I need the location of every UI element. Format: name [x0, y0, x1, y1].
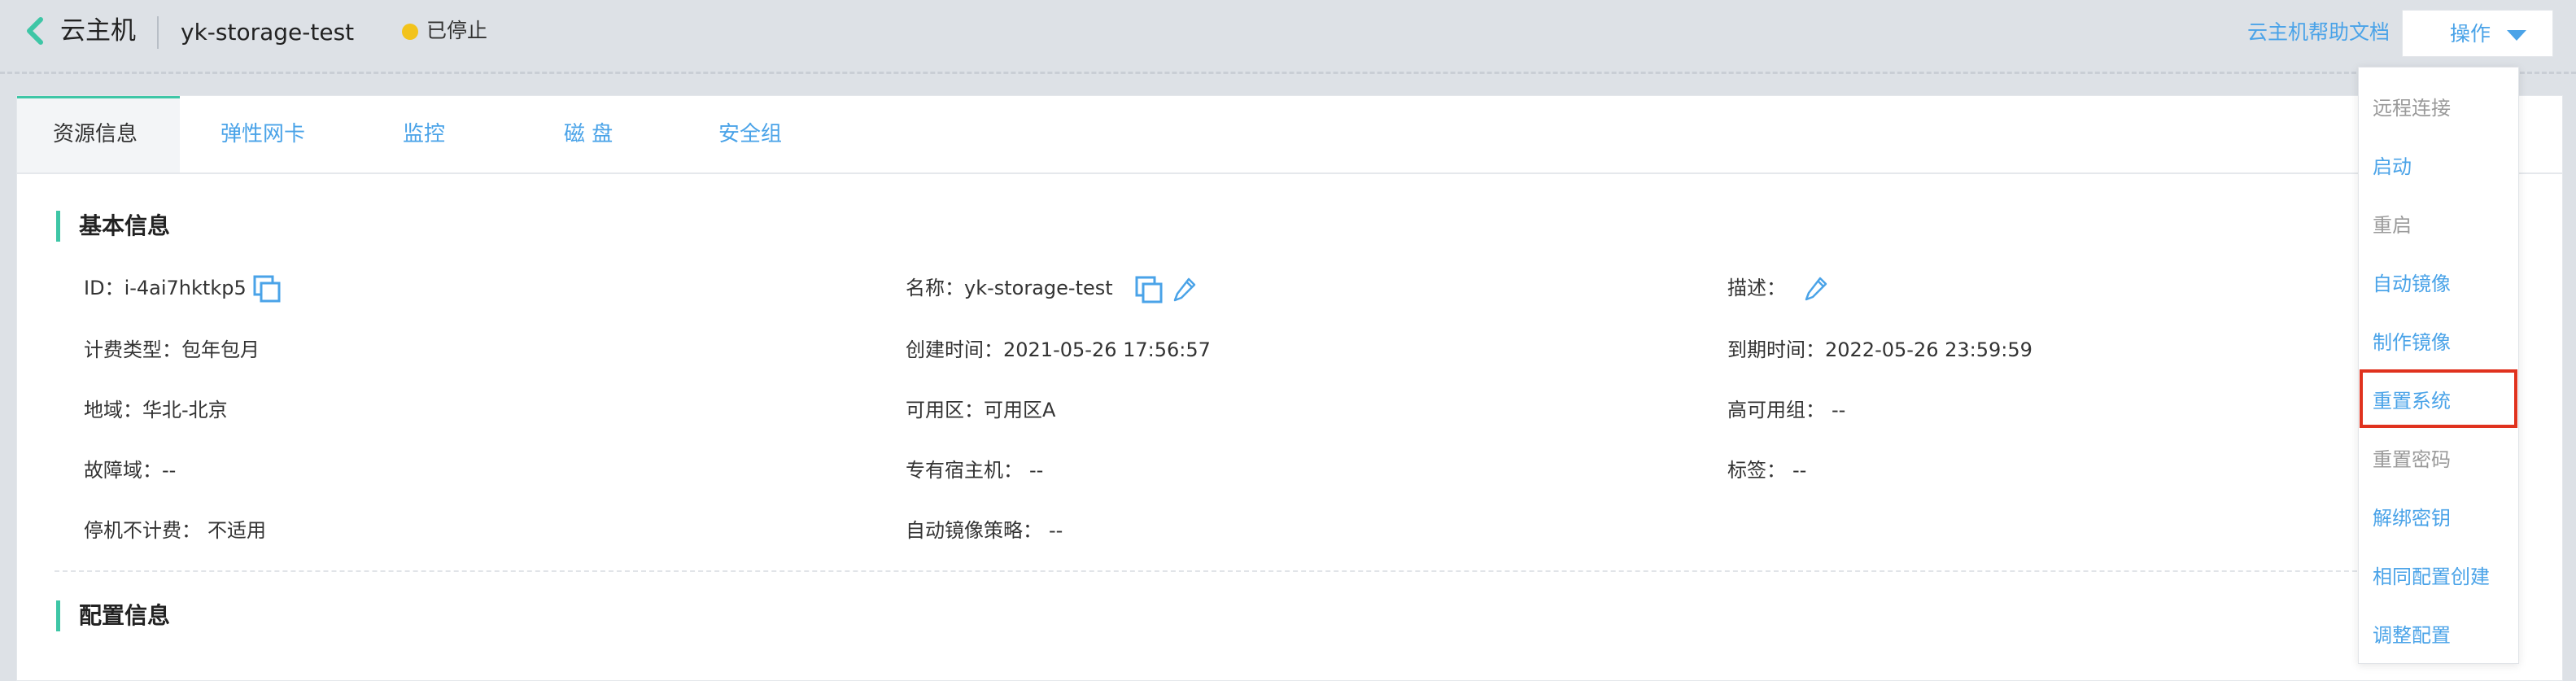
region-label: 地域：: [84, 399, 142, 421]
edit-name-icon[interactable]: [1172, 277, 1197, 303]
description-label: 描述：: [1727, 277, 1786, 299]
caret-down-icon: [2507, 30, 2526, 41]
billing-type-value: 包年包月: [181, 338, 260, 361]
availability-zone-field: 可用区：可用区A: [906, 396, 1055, 424]
tab-security-group[interactable]: 安全组: [718, 96, 782, 172]
instance-name: yk-storage-test: [181, 19, 355, 46]
name-value: yk-storage-test: [964, 277, 1113, 299]
basic-info-title: 基本信息: [79, 212, 171, 239]
tab-resource-info[interactable]: 资源信息: [17, 96, 180, 172]
status-dot-icon: [402, 24, 418, 40]
availability-zone-label: 可用区：: [906, 399, 984, 421]
expire-time-value: 2022-05-26 23:59:59: [1825, 338, 2032, 361]
billing-type-field: 计费类型：包年包月: [84, 336, 260, 364]
stop-no-charge-value: 不适用: [207, 519, 266, 542]
ha-group-value: --: [1832, 399, 1846, 421]
menu-item-start[interactable]: 启动: [2359, 138, 2518, 196]
copy-name-icon[interactable]: [1135, 276, 1164, 305]
menu-item-auto-image[interactable]: 自动镜像: [2359, 255, 2518, 313]
edit-description-icon[interactable]: [1804, 276, 1828, 302]
id-field: ID：i-4ai7hktkp5: [84, 274, 247, 302]
menu-item-create-image[interactable]: 制作镜像: [2359, 313, 2518, 372]
region-value: 华北-北京: [142, 399, 228, 421]
top-header: 云主机 yk-storage-test 已停止 云主机帮助文档 操作: [0, 0, 2576, 74]
ha-group-field: 高可用组： --: [1727, 396, 1845, 424]
region-field: 地域：华北-北京: [84, 396, 228, 424]
expire-time-label: 到期时间：: [1727, 338, 1825, 361]
status-badge: 已停止: [426, 19, 488, 42]
help-docs-link[interactable]: 云主机帮助文档: [2247, 16, 2390, 49]
section-bar: [56, 211, 60, 242]
tab-elastic-nic[interactable]: 弹性网卡: [220, 96, 305, 172]
auto-image-policy-field: 自动镜像策略： --: [906, 517, 1063, 544]
copy-id-icon[interactable]: [253, 275, 282, 304]
auto-image-policy-label: 自动镜像策略：: [906, 519, 1042, 542]
menu-item-create-same-config[interactable]: 相同配置创建: [2359, 548, 2518, 606]
tags-label: 标签：: [1727, 459, 1786, 482]
dedicated-host-field: 专有宿主机： --: [906, 456, 1043, 484]
availability-zone-value: 可用区A: [984, 399, 1056, 421]
tags-field: 标签： --: [1727, 456, 1806, 484]
description-field: 描述：: [1727, 274, 1786, 302]
menu-item-reset-password: 重置密码: [2373, 448, 2451, 471]
fault-domain-label: 故障域：: [84, 459, 162, 482]
section-bar: [56, 600, 60, 631]
menu-item-remote-connect: 远程连接: [2373, 97, 2451, 120]
expire-time-field: 到期时间：2022-05-26 23:59:59: [1727, 336, 2032, 364]
dedicated-host-label: 专有宿主机：: [906, 459, 1023, 482]
id-label: ID：: [84, 277, 124, 299]
operations-button[interactable]: 操作: [2402, 10, 2553, 57]
created-time-field: 创建时间：2021-05-26 17:56:57: [906, 336, 1211, 364]
back-arrow-icon[interactable]: [23, 15, 47, 47]
operations-dropdown-menu: 远程连接 启动 重启 自动镜像 制作镜像 重置系统 重置密码 解绑密钥 相同配置…: [2358, 67, 2519, 664]
tab-disk[interactable]: 磁 盘: [564, 96, 613, 172]
section-divider: [55, 570, 2390, 572]
tags-value: --: [1792, 459, 1807, 482]
tab-bar: 资源信息 弹性网卡 监控 磁 盘 安全组: [17, 96, 2562, 174]
billing-type-label: 计费类型：: [84, 338, 181, 361]
created-time-value: 2021-05-26 17:56:57: [1003, 338, 1211, 361]
stop-no-charge-field: 停机不计费： 不适用: [84, 517, 266, 544]
dedicated-host-value: --: [1029, 459, 1044, 482]
menu-item-resize-config[interactable]: 调整配置: [2359, 606, 2518, 665]
menu-item-restart: 重启: [2373, 214, 2412, 237]
name-field: 名称：yk-storage-test: [906, 274, 1113, 302]
created-time-label: 创建时间：: [906, 338, 1003, 361]
detail-panel: 资源信息 弹性网卡 监控 磁 盘 安全组 基本信息 ID：i-4ai7hktkp…: [16, 95, 2563, 681]
title-divider: [157, 16, 159, 49]
highlight-box: [2360, 369, 2517, 428]
fault-domain-value: --: [162, 459, 177, 482]
ha-group-label: 高可用组：: [1727, 399, 1825, 421]
operations-button-label: 操作: [2450, 22, 2491, 46]
tab-monitoring[interactable]: 监控: [403, 96, 445, 172]
fault-domain-field: 故障域：--: [84, 456, 176, 484]
menu-item-unbind-key[interactable]: 解绑密钥: [2359, 489, 2518, 548]
name-label: 名称：: [906, 277, 964, 299]
page-title: 云主机: [60, 16, 136, 46]
config-info-title: 配置信息: [79, 602, 171, 629]
header-divider: [0, 72, 2576, 74]
id-value: i-4ai7hktkp5: [124, 277, 247, 299]
auto-image-policy-value: --: [1049, 519, 1063, 542]
stop-no-charge-label: 停机不计费：: [84, 519, 201, 542]
